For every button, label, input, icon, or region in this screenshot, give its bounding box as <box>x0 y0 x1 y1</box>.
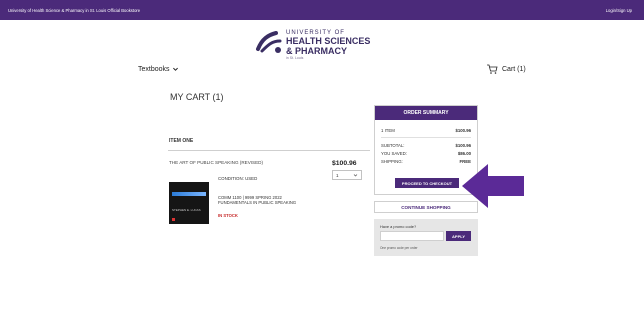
promo-code-input[interactable] <box>380 231 444 241</box>
summary-subtotal-value: $100.96 <box>455 143 471 148</box>
proceed-to-checkout-button[interactable]: PROCEED TO CHECKOUT <box>395 178 459 188</box>
logo-mark-icon <box>256 31 282 53</box>
logo-line4: in St. Louis <box>286 56 304 60</box>
cover-band <box>172 192 206 196</box>
logo-line2: HEALTH SCIENCES <box>286 36 371 46</box>
course-name: FUNDAMENTALS IN PUBLIC SPEAKING <box>218 200 297 205</box>
university-logo[interactable]: UNIVERSITY OF HEALTH SCIENCES & PHARMACY… <box>254 27 414 60</box>
item-condition: CONDITION: USED <box>218 176 258 181</box>
summary-items-row: 1 ITEM $100.96 <box>381 128 471 133</box>
logo-text: UNIVERSITY OF HEALTH SCIENCES & PHARMACY… <box>286 30 370 60</box>
cover-spot <box>172 218 175 221</box>
logo-line3: & PHARMACY <box>286 46 348 56</box>
course-info: COMM 1100 | 9999 SPRING 2022 FUNDAMENTAL… <box>218 195 296 205</box>
store-name: University of Health Science & Pharmacy … <box>8 8 141 13</box>
textbooks-menu[interactable]: Textbooks <box>138 66 179 73</box>
chevron-down-icon <box>353 173 358 176</box>
summary-shipping-label: SHIPPING: <box>381 159 403 164</box>
continue-shopping-button[interactable]: CONTINUE SHOPPING <box>374 201 478 213</box>
quantity-select[interactable]: 1 <box>332 170 362 180</box>
promo-label: Have a promo code? <box>380 224 417 229</box>
summary-saved-value: $86.00 <box>457 151 471 156</box>
promo-code-panel: Have a promo code? APPLY One promo code … <box>374 219 478 256</box>
book-title[interactable]: THE ART OF PUBLIC SPEAKING (REVISED) <box>169 160 263 165</box>
summary-saved-label: YOU SAVED: <box>381 151 407 156</box>
chevron-down-icon <box>172 67 178 71</box>
apply-button[interactable]: APPLY <box>446 231 471 241</box>
book-cover-image[interactable]: STEPHEN E. LUCAS <box>169 182 209 224</box>
summary-subtotal-label: SUBTOTAL: <box>381 143 405 148</box>
summary-divider <box>381 137 471 138</box>
summary-subtotal-row: SUBTOTAL: $100.96 <box>381 143 471 148</box>
item-price: $100.96 <box>332 160 357 167</box>
promo-note: One promo code per order <box>380 246 418 250</box>
top-bar: University of Health Science & Pharmacy … <box>0 0 644 20</box>
cover-author: STEPHEN E. LUCAS <box>172 208 201 212</box>
summary-saved-row: YOU SAVED: $86.00 <box>381 151 471 156</box>
page-frame: University of Health Science & Pharmacy … <box>0 0 644 322</box>
page-title: MY CART (1) <box>170 92 224 102</box>
item-divider <box>168 150 370 151</box>
login-signup-link[interactable]: Login/Sign Up <box>606 8 632 13</box>
main-content: UNIVERSITY OF HEALTH SCIENCES & PHARMACY… <box>10 20 634 316</box>
cart-icon <box>487 64 498 74</box>
quantity-value: 1 <box>336 172 339 178</box>
summary-items-label: 1 ITEM <box>381 128 395 133</box>
cart-link[interactable]: Cart (1) <box>486 64 526 74</box>
textbooks-label: Textbooks <box>138 66 170 73</box>
summary-items-value: $100.96 <box>455 128 471 133</box>
stock-status: IN STOCK <box>218 213 238 218</box>
cart-label: Cart (1) <box>502 65 526 73</box>
order-summary-heading: ORDER SUMMARY <box>375 106 477 120</box>
item-header: ITEM ONE <box>169 138 194 144</box>
